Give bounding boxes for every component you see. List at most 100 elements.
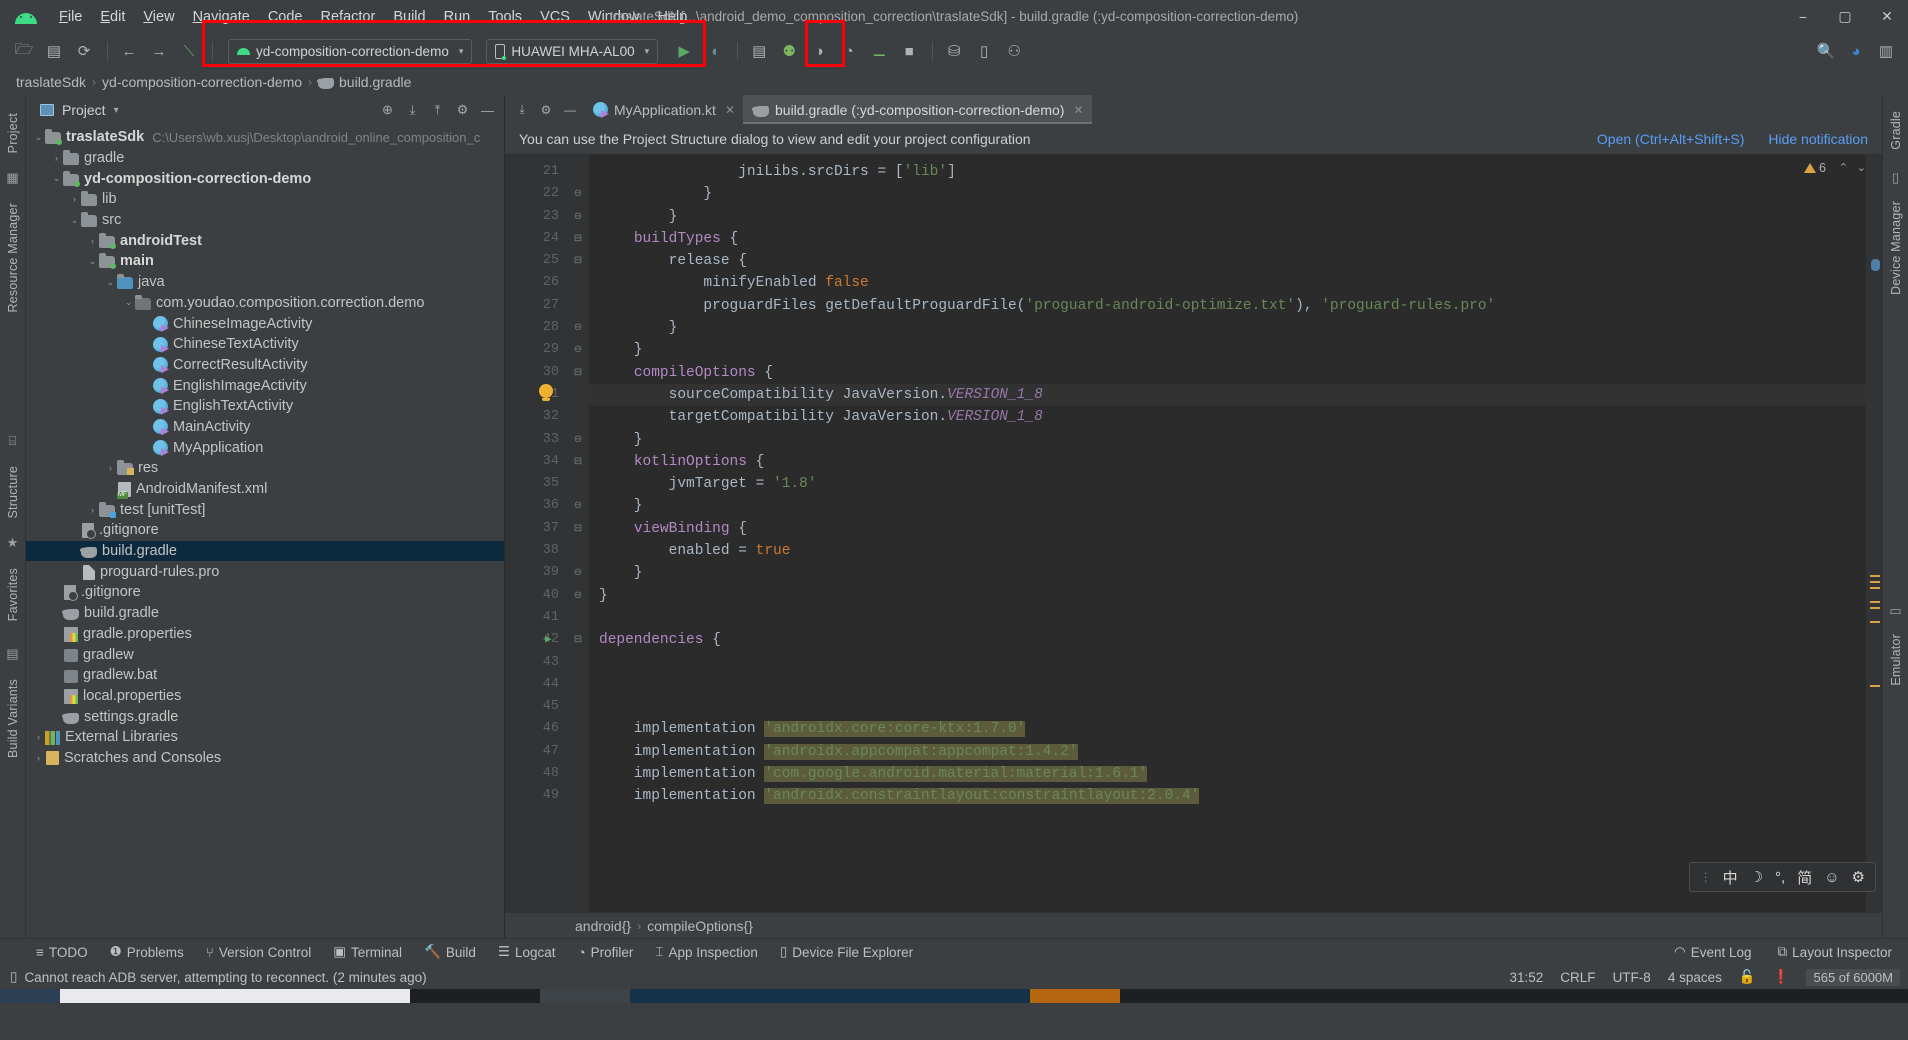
code-line[interactable]: compileOptions { <box>599 362 1866 384</box>
file-encoding[interactable]: UTF-8 <box>1613 970 1651 985</box>
previous-problem-icon[interactable]: ⌃ <box>1839 161 1848 174</box>
hide-editor-icon[interactable]: — <box>559 99 581 121</box>
code-editor[interactable]: 2122232425262728293031323334353637383940… <box>505 155 1882 912</box>
fold-marker[interactable]: ⊟ <box>567 629 589 651</box>
intention-bulb-icon[interactable] <box>539 384 553 398</box>
tree-expand-arrow[interactable]: › <box>32 732 45 742</box>
editor-tab-1[interactable]: build.gradle (:yd-composition-correction… <box>743 95 1092 124</box>
code-line[interactable] <box>599 674 1866 696</box>
device-manager-icon[interactable]: ⚇ <box>1000 38 1028 64</box>
ime-punctuation-button[interactable]: °, <box>1775 869 1785 886</box>
tree-node-build.gradle[interactable]: ›build.gradle <box>26 603 504 624</box>
code-line[interactable] <box>599 607 1866 629</box>
account-icon[interactable]: ◕ <box>1842 38 1870 64</box>
fold-marker[interactable] <box>567 674 589 696</box>
tree-expand-arrow[interactable]: › <box>32 753 45 763</box>
chevron-down-icon[interactable]: ▾ <box>114 105 119 116</box>
fold-marker[interactable] <box>567 741 589 763</box>
fold-marker[interactable] <box>567 652 589 674</box>
editor-breadcrumb-item-0[interactable]: android{} <box>575 918 631 934</box>
tree-node-.gitignore[interactable]: ›.gitignore <box>26 582 504 603</box>
code-line[interactable]: } <box>599 206 1866 228</box>
fold-marker[interactable] <box>567 384 589 406</box>
code-folding-gutter[interactable]: ⊖⊖⊟⊟⊖⊖⊟⊖⊟⊖⊟⊖⊖⊟ <box>567 155 589 912</box>
inspection-warning-badge[interactable]: 6 <box>1804 161 1826 175</box>
menu-item-code[interactable]: Code <box>259 5 312 29</box>
minimize-button[interactable]: − <box>1782 1 1824 32</box>
code-line[interactable]: } <box>599 495 1866 517</box>
tree-node-local.properties[interactable]: ›local.properties <box>26 686 504 707</box>
stop-icon[interactable]: ■ <box>895 38 923 64</box>
run-button[interactable]: ▶ <box>670 38 698 64</box>
tree-node-com.youdao.composition.correction.demo[interactable]: ⌄com.youdao.composition.correction.demo <box>26 293 504 314</box>
tree-node-gradle[interactable]: ›gradle <box>26 148 504 169</box>
maximize-button[interactable]: ▢ <box>1824 1 1866 32</box>
code-line[interactable]: } <box>599 429 1866 451</box>
editor-tab-0[interactable]: MyApplication.kt✕ <box>583 95 743 124</box>
device-selector[interactable]: HUAWEI MHA-AL00 ▾ <box>486 39 658 64</box>
profile-droid-icon[interactable]: ⚉ <box>775 38 803 64</box>
tree-expand-arrow[interactable]: › <box>86 505 99 515</box>
locate-file-icon[interactable]: ⊕ <box>377 100 398 121</box>
ime-simplified-button[interactable]: 简 <box>1797 867 1812 888</box>
fold-marker[interactable]: ⊖ <box>567 562 589 584</box>
tree-node-test-unittest-[interactable]: ›test [unitTest] <box>26 499 504 520</box>
drag-handle-icon[interactable]: ⋮ <box>1700 870 1711 884</box>
sdk-manager-icon[interactable]: ⛁ <box>940 38 968 64</box>
rail-item-gradle[interactable]: Gradle <box>1889 103 1903 158</box>
fold-marker[interactable]: ⊟ <box>567 518 589 540</box>
tool-window-profiler[interactable]: ◔Profiler <box>578 945 634 960</box>
close-icon[interactable]: ✕ <box>725 103 735 117</box>
fold-marker[interactable]: ⊟ <box>567 451 589 473</box>
code-line[interactable]: implementation 'com.google.android.mater… <box>599 763 1866 785</box>
code-line[interactable]: } <box>599 183 1866 205</box>
menu-item-refactor[interactable]: Refactor <box>312 5 385 29</box>
tree-node-lib[interactable]: ›lib <box>26 189 504 210</box>
tool-window-problems[interactable]: ❶Problems <box>110 944 184 960</box>
tool-window-version-control[interactable]: ⑂Version Control <box>206 945 311 960</box>
close-button[interactable]: ✕ <box>1866 1 1908 32</box>
menu-item-navigate[interactable]: Navigate <box>184 5 259 29</box>
hide-notification-link[interactable]: Hide notification <box>1768 131 1868 147</box>
editor-breadcrumb-item-1[interactable]: compileOptions{} <box>647 918 753 934</box>
tree-node-scratches-and-consoles[interactable]: ›Scratches and Consoles <box>26 748 504 769</box>
ime-chinese-mode-button[interactable]: 中 <box>1723 867 1738 888</box>
module-selector[interactable]: yd-composition-correction-demo ▾ <box>228 39 472 64</box>
rail-item-emulator[interactable]: Emulator <box>1889 626 1903 694</box>
fold-marker[interactable]: ⊟ <box>567 362 589 384</box>
code-line[interactable]: } <box>599 339 1866 361</box>
tree-node-settings.gradle[interactable]: ›settings.gradle <box>26 706 504 727</box>
fold-marker[interactable]: ⊟ <box>567 250 589 272</box>
build-hammer-icon[interactable]: ⟍ <box>175 38 203 64</box>
tree-node-res[interactable]: ›res <box>26 458 504 479</box>
editor-scrollbar-thumb[interactable] <box>1871 259 1880 271</box>
project-tree[interactable]: ⌄traslateSdkC:\Users\wb.xusj\Desktop\and… <box>26 125 504 938</box>
code-line[interactable] <box>599 652 1866 674</box>
code-line[interactable]: release { <box>599 250 1866 272</box>
menu-item-vcs[interactable]: VCS <box>531 5 579 29</box>
settings-gear-icon[interactable]: ⚙ <box>452 100 473 121</box>
open-project-structure-link[interactable]: Open (Ctrl+Alt+Shift+S) <box>1597 131 1744 147</box>
tree-expand-arrow[interactable]: ⌄ <box>50 173 63 184</box>
menu-item-view[interactable]: View <box>134 5 183 29</box>
expand-all-icon[interactable]: ⤓ <box>402 100 423 121</box>
tool-window-todo[interactable]: ≡TODO <box>36 945 88 960</box>
fold-marker[interactable]: ⊖ <box>567 339 589 361</box>
tree-expand-arrow[interactable]: ⌄ <box>32 132 45 143</box>
menu-item-build[interactable]: Build <box>384 5 434 29</box>
fold-marker[interactable] <box>567 763 589 785</box>
tree-node-build.gradle[interactable]: ›build.gradle <box>26 541 504 562</box>
tree-expand-arrow[interactable]: › <box>68 194 81 204</box>
tree-node-mainactivity[interactable]: ›MainActivity <box>26 417 504 438</box>
tree-expand-arrow[interactable]: › <box>86 236 99 246</box>
tree-node-chineseimageactivity[interactable]: ›ChineseImageActivity <box>26 313 504 334</box>
tree-node-traslatesdk[interactable]: ⌄traslateSdkC:\Users\wb.xusj\Desktop\and… <box>26 127 504 148</box>
layout-settings-icon[interactable]: ▥ <box>1872 38 1900 64</box>
tree-node-myapplication[interactable]: ›MyApplication <box>26 437 504 458</box>
tree-node-java[interactable]: ⌄java <box>26 272 504 293</box>
fold-marker[interactable]: ⊖ <box>567 495 589 517</box>
select-opened-file-icon[interactable]: ⤓ <box>511 99 533 121</box>
code-line[interactable]: } <box>599 585 1866 607</box>
fold-marker[interactable] <box>567 607 589 629</box>
menu-item-tools[interactable]: Tools <box>479 5 531 29</box>
